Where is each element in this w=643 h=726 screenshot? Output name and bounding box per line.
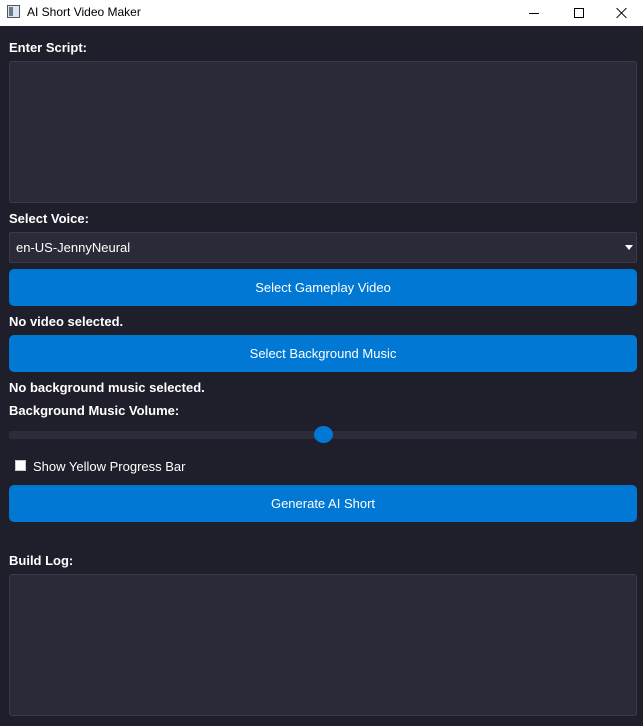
video-status: No video selected. [9, 314, 124, 329]
select-video-button[interactable]: Select Gameplay Video [9, 269, 637, 306]
volume-label: Background Music Volume: [9, 403, 180, 418]
chevron-down-icon[interactable] [622, 233, 636, 262]
generate-button[interactable]: Generate AI Short [9, 485, 637, 522]
music-status: No background music selected. [9, 380, 205, 395]
title-bar: AI Short Video Maker [0, 0, 643, 26]
build-log-label: Build Log: [9, 553, 74, 568]
progress-bar-checkbox[interactable] [15, 460, 26, 471]
script-label: Enter Script: [9, 40, 88, 55]
minimize-icon [529, 12, 539, 14]
volume-slider-handle[interactable] [313, 426, 333, 443]
minimize-button[interactable] [511, 0, 557, 26]
maximize-button[interactable] [556, 0, 602, 26]
app-icon [7, 5, 20, 18]
window-title: AI Short Video Maker [27, 5, 141, 19]
close-button[interactable] [599, 0, 643, 26]
script-input[interactable] [9, 61, 637, 203]
maximize-icon [574, 8, 584, 18]
build-log-output[interactable] [9, 574, 637, 716]
voice-label: Select Voice: [9, 211, 89, 226]
close-icon [616, 7, 628, 19]
select-music-button[interactable]: Select Background Music [9, 335, 637, 372]
voice-select[interactable]: en-US-JennyNeural [9, 232, 637, 263]
voice-select-value: en-US-JennyNeural [16, 240, 131, 255]
progress-bar-checkbox-label[interactable]: Show Yellow Progress Bar [33, 459, 185, 474]
